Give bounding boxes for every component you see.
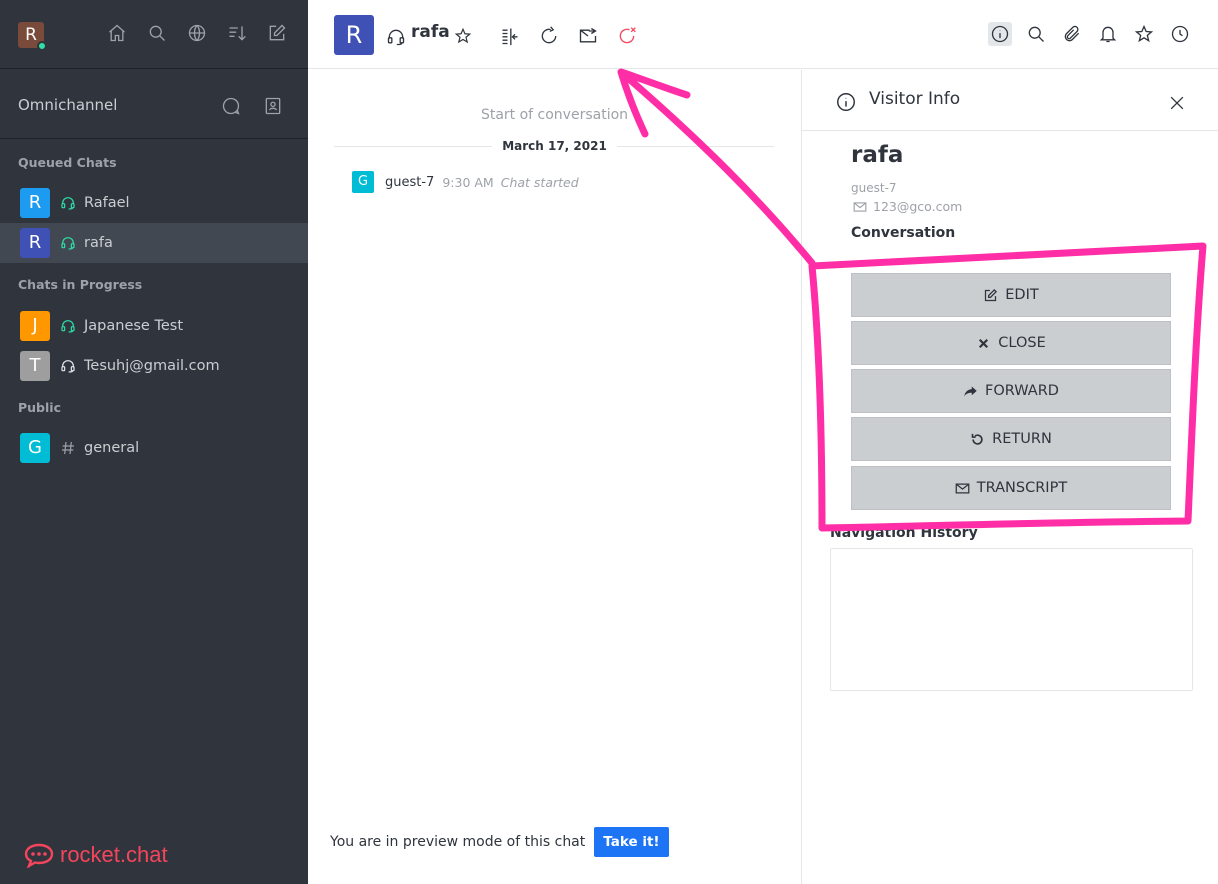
room-item-rafa[interactable]: R rafa bbox=[0, 223, 308, 263]
omnichannel-chat-icon[interactable] bbox=[220, 95, 242, 117]
section-queued-chats: Queued Chats bbox=[18, 155, 117, 170]
edit-icon bbox=[985, 288, 998, 301]
close-button-label: CLOSE bbox=[998, 335, 1046, 351]
visitor-email-text[interactable]: 123@gco.com bbox=[873, 199, 962, 214]
room-name: Tesuhj@gmail.com bbox=[84, 358, 220, 374]
envelope-icon bbox=[955, 483, 970, 493]
chat-area: Start of conversation March 17, 2021 G g… bbox=[308, 70, 801, 884]
room-avatar: R bbox=[20, 188, 50, 218]
room-item-general[interactable]: G general bbox=[0, 428, 308, 468]
message-text: Chat started bbox=[500, 174, 579, 190]
email-icon bbox=[853, 201, 867, 212]
sidebar-header: R bbox=[0, 0, 308, 69]
section-public: Public bbox=[18, 400, 61, 415]
room-avatar: J bbox=[20, 311, 50, 341]
starred-messages-icon[interactable] bbox=[1132, 22, 1156, 46]
room-header-avatar: R bbox=[334, 15, 374, 55]
close-chat-icon[interactable] bbox=[615, 24, 639, 48]
visitor-info-panel: Visitor Info rafa guest-7 123@gco.com Co… bbox=[801, 70, 1218, 884]
history-clock-icon[interactable] bbox=[1168, 22, 1192, 46]
room-name: rafa bbox=[84, 235, 113, 251]
system-message: G guest-7 9:30 AM Chat started bbox=[352, 171, 579, 193]
room-avatar: R bbox=[20, 228, 50, 258]
date-label: March 17, 2021 bbox=[308, 139, 801, 153]
transcript-button[interactable]: TRANSCRIPT bbox=[851, 466, 1171, 510]
visitor-email: 123@gco.com bbox=[853, 199, 962, 214]
transcript-button-label: TRANSCRIPT bbox=[976, 480, 1068, 496]
user-avatar[interactable]: R bbox=[18, 22, 47, 51]
info-icon bbox=[834, 90, 858, 114]
room-header: R rafa bbox=[308, 0, 1218, 69]
room-avatar: G bbox=[20, 433, 50, 463]
search-icon[interactable] bbox=[146, 22, 168, 44]
hash-icon bbox=[60, 440, 76, 456]
forward-arrow-icon bbox=[964, 386, 977, 396]
sort-icon[interactable] bbox=[226, 22, 248, 44]
room-name: Rafael bbox=[84, 195, 130, 211]
return-button[interactable]: RETURN bbox=[851, 417, 1171, 461]
navigation-history-box bbox=[830, 548, 1193, 691]
date-text: March 17, 2021 bbox=[492, 139, 617, 153]
room-item-rafael[interactable]: R Rafael bbox=[0, 183, 308, 223]
navigation-history-label: Navigation History bbox=[830, 525, 978, 541]
room-name: general bbox=[84, 440, 140, 456]
preview-mode-text: You are in preview mode of this chat bbox=[330, 834, 586, 850]
message-time: 9:30 AM bbox=[442, 174, 494, 190]
room-title: rafa bbox=[411, 22, 450, 42]
visitor-name: rafa bbox=[851, 142, 904, 168]
rocket-chat-logo-icon bbox=[24, 843, 54, 868]
contact-center-icon[interactable] bbox=[262, 95, 284, 117]
forward-button[interactable]: FORWARD bbox=[851, 369, 1171, 413]
section-chats-in-progress: Chats in Progress bbox=[18, 277, 143, 292]
forward-button-label: FORWARD bbox=[985, 383, 1059, 399]
directory-globe-icon[interactable] bbox=[186, 22, 208, 44]
headset-icon bbox=[384, 25, 408, 49]
logo-wordmark: rocket.chat bbox=[60, 842, 168, 867]
move-to-queue-icon[interactable] bbox=[498, 24, 522, 48]
omnichannel-header: Omnichannel bbox=[0, 69, 308, 139]
preview-mode-bar: You are in preview mode of this chat Tak… bbox=[330, 827, 669, 857]
take-it-button[interactable]: Take it! bbox=[594, 827, 669, 857]
notifications-bell-icon[interactable] bbox=[1096, 22, 1120, 46]
panel-title: Visitor Info bbox=[869, 89, 961, 109]
room-avatar: T bbox=[20, 351, 50, 381]
headset-icon bbox=[60, 318, 76, 334]
edit-button-label: EDIT bbox=[1005, 287, 1039, 303]
undo-icon bbox=[971, 433, 983, 445]
message-username[interactable]: guest-7 bbox=[385, 175, 434, 190]
close-icon[interactable] bbox=[1165, 91, 1189, 115]
start-of-conversation: Start of conversation bbox=[480, 107, 629, 123]
user-avatar-letter: R bbox=[25, 25, 37, 45]
transcript-icon[interactable] bbox=[576, 24, 600, 48]
room-info-icon[interactable] bbox=[988, 22, 1012, 46]
rocket-chat-logo: rocket.chat bbox=[24, 842, 168, 868]
attachment-icon[interactable] bbox=[1060, 22, 1084, 46]
room-item-tesuhj[interactable]: T Tesuhj@gmail.com bbox=[0, 346, 308, 386]
create-new-icon[interactable] bbox=[266, 22, 288, 44]
omnichannel-title: Omnichannel bbox=[18, 96, 118, 114]
close-x-icon bbox=[979, 338, 989, 348]
headset-icon bbox=[60, 358, 76, 374]
panel-header: Visitor Info bbox=[802, 70, 1218, 131]
home-icon[interactable] bbox=[106, 22, 128, 44]
message-avatar[interactable]: G bbox=[352, 171, 374, 193]
sidebar: R Omnichannel Queued Chats R Rafael R ra… bbox=[0, 0, 308, 884]
visitor-username: guest-7 bbox=[851, 181, 897, 195]
headset-icon bbox=[60, 235, 76, 251]
favorite-star-icon[interactable] bbox=[451, 24, 475, 48]
edit-button[interactable]: EDIT bbox=[851, 273, 1171, 317]
search-messages-icon[interactable] bbox=[1024, 22, 1048, 46]
room-item-japanese-test[interactable]: J Japanese Test bbox=[0, 306, 308, 346]
status-online-indicator bbox=[37, 41, 47, 51]
headset-icon bbox=[60, 195, 76, 211]
forward-chat-icon[interactable] bbox=[537, 24, 561, 48]
conversation-label: Conversation bbox=[851, 225, 956, 241]
close-button[interactable]: CLOSE bbox=[851, 321, 1171, 365]
return-button-label: RETURN bbox=[992, 431, 1052, 447]
room-name: Japanese Test bbox=[84, 318, 184, 334]
